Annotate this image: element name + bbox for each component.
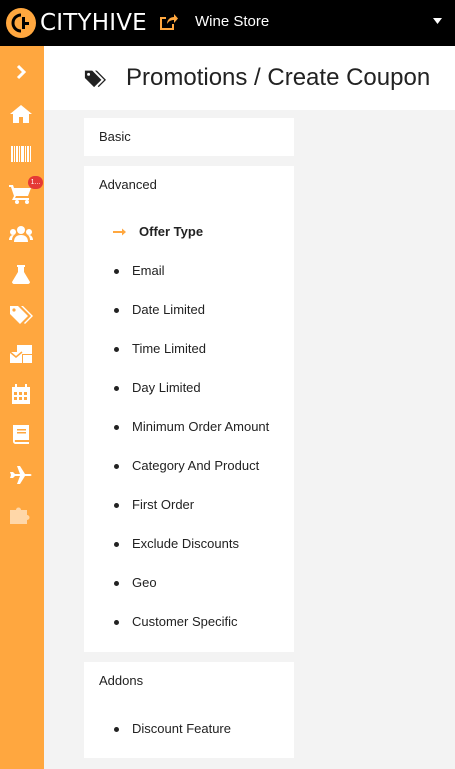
nav-item-time-limited[interactable]: Time Limited <box>84 339 294 359</box>
tags-icon <box>84 70 106 88</box>
plane-icon <box>10 466 32 484</box>
bullet <box>114 425 119 430</box>
bullet <box>114 503 119 508</box>
bullet <box>114 727 119 732</box>
section-basic[interactable]: Basic <box>84 118 294 156</box>
bullet <box>114 464 119 469</box>
nav-item-email[interactable]: Email <box>84 261 294 281</box>
nav-item-customer-specific[interactable]: Customer Specific <box>84 612 294 632</box>
page-title: Promotions / Create Coupon <box>126 64 431 91</box>
sidebar-item-integrations[interactable] <box>0 496 44 532</box>
nav-item-offer-type[interactable]: Offer Type <box>84 222 294 242</box>
section-title-addons[interactable]: Addons <box>99 673 143 689</box>
nav-item-label: Discount Feature <box>132 721 231 736</box>
nav-item-label: Category And Product <box>132 458 260 473</box>
nav-item-label: Minimum Order Amount <box>132 419 270 434</box>
sidebar: 1... <box>0 46 44 769</box>
store-selector[interactable]: Wine Store <box>195 12 269 32</box>
sidebar-item-calendar[interactable] <box>0 376 44 412</box>
sidebar-item-labs[interactable] <box>0 256 44 292</box>
nav-item-discount-feature[interactable]: Discount Feature <box>84 719 294 739</box>
nav-item-label: Geo <box>132 575 157 590</box>
sidebar-item-expand[interactable] <box>0 54 44 90</box>
nav-item-label: Email <box>132 263 165 278</box>
sidebar-item-content[interactable] <box>0 416 44 452</box>
nav-item-date-limited[interactable]: Date Limited <box>84 300 294 320</box>
sidebar-item-delivery[interactable] <box>0 456 44 492</box>
nav-item-day-limited[interactable]: Day Limited <box>84 378 294 398</box>
mail-bulk-icon <box>9 345 32 363</box>
book-icon <box>12 425 29 444</box>
calendar-icon <box>12 384 30 404</box>
chevron-down-icon[interactable] <box>433 18 442 24</box>
brand-name[interactable]: CITYHIVE <box>40 9 147 37</box>
sidebar-item-products[interactable] <box>0 136 44 172</box>
bullet <box>114 269 119 274</box>
sidebar-item-customers[interactable] <box>0 216 44 252</box>
top-bar: CITYHIVE Wine Store <box>0 0 455 46</box>
sidebar-item-marketing[interactable] <box>0 336 44 372</box>
bullet <box>114 308 119 313</box>
nav-item-exclude-discounts[interactable]: Exclude Discounts <box>84 534 294 554</box>
page-header: Promotions / Create Coupon <box>44 46 455 110</box>
nav-item-label: Offer Type <box>139 224 204 239</box>
chevron-right-icon <box>16 64 27 80</box>
cart-badge: 1... <box>28 176 43 189</box>
nav-item-geo[interactable]: Geo <box>84 573 294 593</box>
puzzle-icon <box>10 507 30 524</box>
section-addons: Addons Discount Feature <box>84 662 294 758</box>
nav-item-minimum-order-amount[interactable]: Minimum Order Amount <box>84 417 294 437</box>
bullet <box>114 620 119 625</box>
users-icon <box>9 226 33 242</box>
cityhive-logo-icon[interactable] <box>6 8 36 38</box>
section-advanced: Advanced Offer Type Email Date Limited T… <box>84 166 294 652</box>
bullet <box>114 347 119 352</box>
barcode-icon <box>11 146 31 162</box>
nav-item-label: Customer Specific <box>132 614 238 629</box>
sidebar-item-orders[interactable]: 1... <box>0 176 44 212</box>
bullet <box>114 386 119 391</box>
sidebar-item-home[interactable] <box>0 96 44 132</box>
section-title-advanced[interactable]: Advanced <box>99 177 157 193</box>
section-title-basic[interactable]: Basic <box>99 129 131 145</box>
nav-item-label: Day Limited <box>132 380 201 395</box>
nav-item-label: Exclude Discounts <box>132 536 239 551</box>
sidebar-item-promotions[interactable] <box>0 296 44 332</box>
tags-icon <box>10 306 33 324</box>
share-icon[interactable] <box>158 12 178 32</box>
nav-item-first-order[interactable]: First Order <box>84 495 294 515</box>
home-icon <box>10 105 32 123</box>
bullet <box>114 542 119 547</box>
bullet <box>114 581 119 586</box>
nav-item-label: First Order <box>132 497 195 512</box>
nav-item-label: Time Limited <box>132 341 206 356</box>
nav-item-category-and-product[interactable]: Category And Product <box>84 456 294 476</box>
arrow-right-icon <box>113 228 126 236</box>
flask-icon <box>12 265 30 284</box>
nav-item-label: Date Limited <box>132 302 205 317</box>
